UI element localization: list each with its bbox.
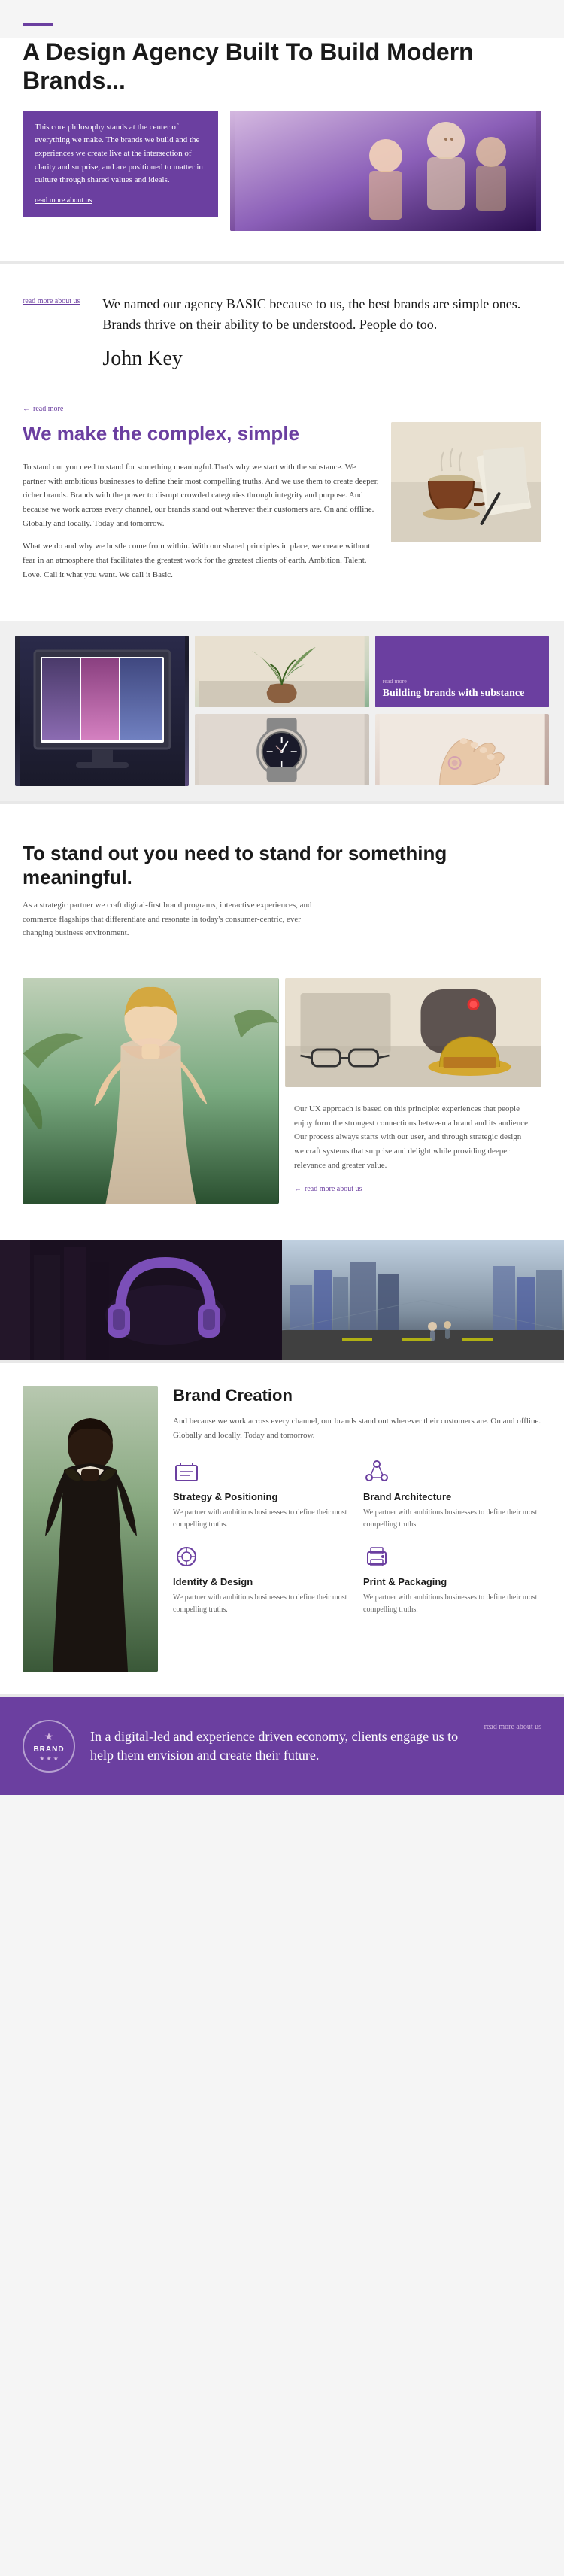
hero-section: A Design Agency Built To Build Modern Br… [0,38,564,261]
hero-content: This core philosophy stands at the cente… [23,111,541,231]
hero-people-svg [230,111,541,231]
monitor-display [15,636,189,786]
agency-statement: We named our agency BASIC because to us,… [102,294,541,335]
gallery-hand [375,714,549,786]
brand-logo-star: ★ [44,1731,54,1744]
gallery-plant [195,636,368,708]
gallery-monitor [15,636,189,786]
signature: John Key [102,347,541,371]
agency-section: read more about us We named our agency B… [0,264,564,401]
architecture-text: We partner with ambitious businesses to … [363,1507,541,1531]
complex-read-more[interactable]: read more [23,405,63,413]
coffee-image [391,422,541,542]
print-title: Print & Packaging [363,1576,541,1587]
building-brands-display: read more Building brands with substance [375,636,549,707]
complex-body: To stand out you need to stand for somet… [23,460,379,582]
ux-right-column: Our UX approach is based on this princip… [285,978,541,1211]
standout-text: As a strategic partner we craft digital-… [23,898,323,940]
watch-svg [195,714,368,785]
complex-title: We make the complex, simple [23,422,379,445]
architecture-icon [363,1458,390,1485]
gallery-section: read more Building brands with substance [0,621,564,801]
ux-person-svg [23,978,279,1204]
identity-text: We partner with ambitious businesses to … [173,1592,351,1616]
strategy-icon [173,1458,200,1485]
hand-display [375,714,549,785]
top-accent-line [23,23,53,26]
brand-person-svg [23,1386,158,1672]
footer-tagline: In a digital-led and experience driven e… [90,1727,469,1765]
print-icon [363,1543,390,1570]
brand-logo-circle: ★ BRAND ★ ★ ★ [23,1720,75,1773]
service-architecture: Brand Architecture We partner with ambit… [363,1458,541,1531]
brand-left-image-container [23,1386,158,1672]
identity-title: Identity & Design [173,1576,351,1587]
hero-text-box: This core philosophy stands at the cente… [23,111,218,217]
service-identity: Identity & Design We partner with ambiti… [173,1543,351,1616]
gallery-building-brands: read more Building brands with substance [375,636,549,708]
ux-desk-svg [285,978,541,1087]
headphones-section [0,1240,282,1360]
brand-right-content: Brand Creation And because we work acros… [173,1386,541,1615]
ux-text-area: Our UX approach is based on this princip… [285,1093,541,1211]
footer-read-more[interactable]: read more about us [484,1723,541,1731]
city-section [282,1240,564,1360]
hand-svg [375,714,549,785]
gallery-grid: read more Building brands with substance [15,636,549,786]
brand-creation-description: And because we work across every channel… [173,1414,541,1442]
ux-read-more[interactable]: read more about us [294,1185,362,1193]
complex-left: We make the complex, simple To stand out… [23,422,379,591]
complex-right [391,422,541,542]
building-brands-title: Building brands with substance [383,688,541,700]
ux-description: Our UX approach is based on this princip… [294,1102,532,1172]
city-svg [282,1240,564,1360]
complex-body1: To stand out you need to stand for somet… [23,460,379,530]
plant-svg [195,636,368,707]
media-section [0,1240,564,1360]
standout-title: To stand out you need to stand for somet… [23,842,541,889]
agency-read-more[interactable]: read more about us [23,297,80,305]
hero-read-more[interactable]: read more about us [35,195,206,207]
strategy-text: We partner with ambitious businesses to … [173,1507,351,1531]
print-text: We partner with ambitious businesses to … [363,1592,541,1616]
ux-section: Our UX approach is based on this princip… [0,963,564,1240]
ux-top-right-image [285,978,541,1087]
gallery-watch [195,714,368,786]
agency-text: We named our agency BASIC because to us,… [102,294,541,371]
architecture-title: Brand Architecture [363,1491,541,1502]
standout-section: To stand out you need to stand for somet… [0,804,564,962]
service-print: Print & Packaging We partner with ambiti… [363,1543,541,1616]
brand-creation-section: Brand Creation And because we work acros… [0,1363,564,1694]
brand-logo-star-bottom: ★ ★ ★ [39,1755,59,1762]
service-strategy: Strategy & Positioning We partner with a… [173,1458,351,1531]
hero-title: A Design Agency Built To Build Modern Br… [23,38,541,96]
hero-people-bg [230,111,541,231]
brand-logo-text: BRAND [33,1745,64,1754]
strategy-title: Strategy & Positioning [173,1491,351,1502]
watch-display [195,714,368,785]
complex-grid: We make the complex, simple To stand out… [23,422,541,591]
footer-section: ★ BRAND ★ ★ ★ In a digital-led and exper… [0,1697,564,1795]
complex-body2: What we do and why we hustle come from w… [23,539,379,582]
ux-left-image [23,978,279,1204]
hero-description: This core philosophy stands at the cente… [35,121,206,187]
services-grid: Strategy & Positioning We partner with a… [173,1458,541,1616]
building-brands-read-more[interactable]: read more [383,678,541,685]
complex-section: read more We make the complex, simple To… [0,401,564,621]
monitor-svg [20,636,185,786]
brand-creation-title: Brand Creation [173,1386,541,1405]
headphones-svg [0,1240,282,1360]
hero-image [230,111,541,231]
coffee-svg [391,422,541,542]
ux-grid: Our UX approach is based on this princip… [23,978,541,1217]
identity-icon [173,1543,200,1570]
plant-display [195,636,368,707]
